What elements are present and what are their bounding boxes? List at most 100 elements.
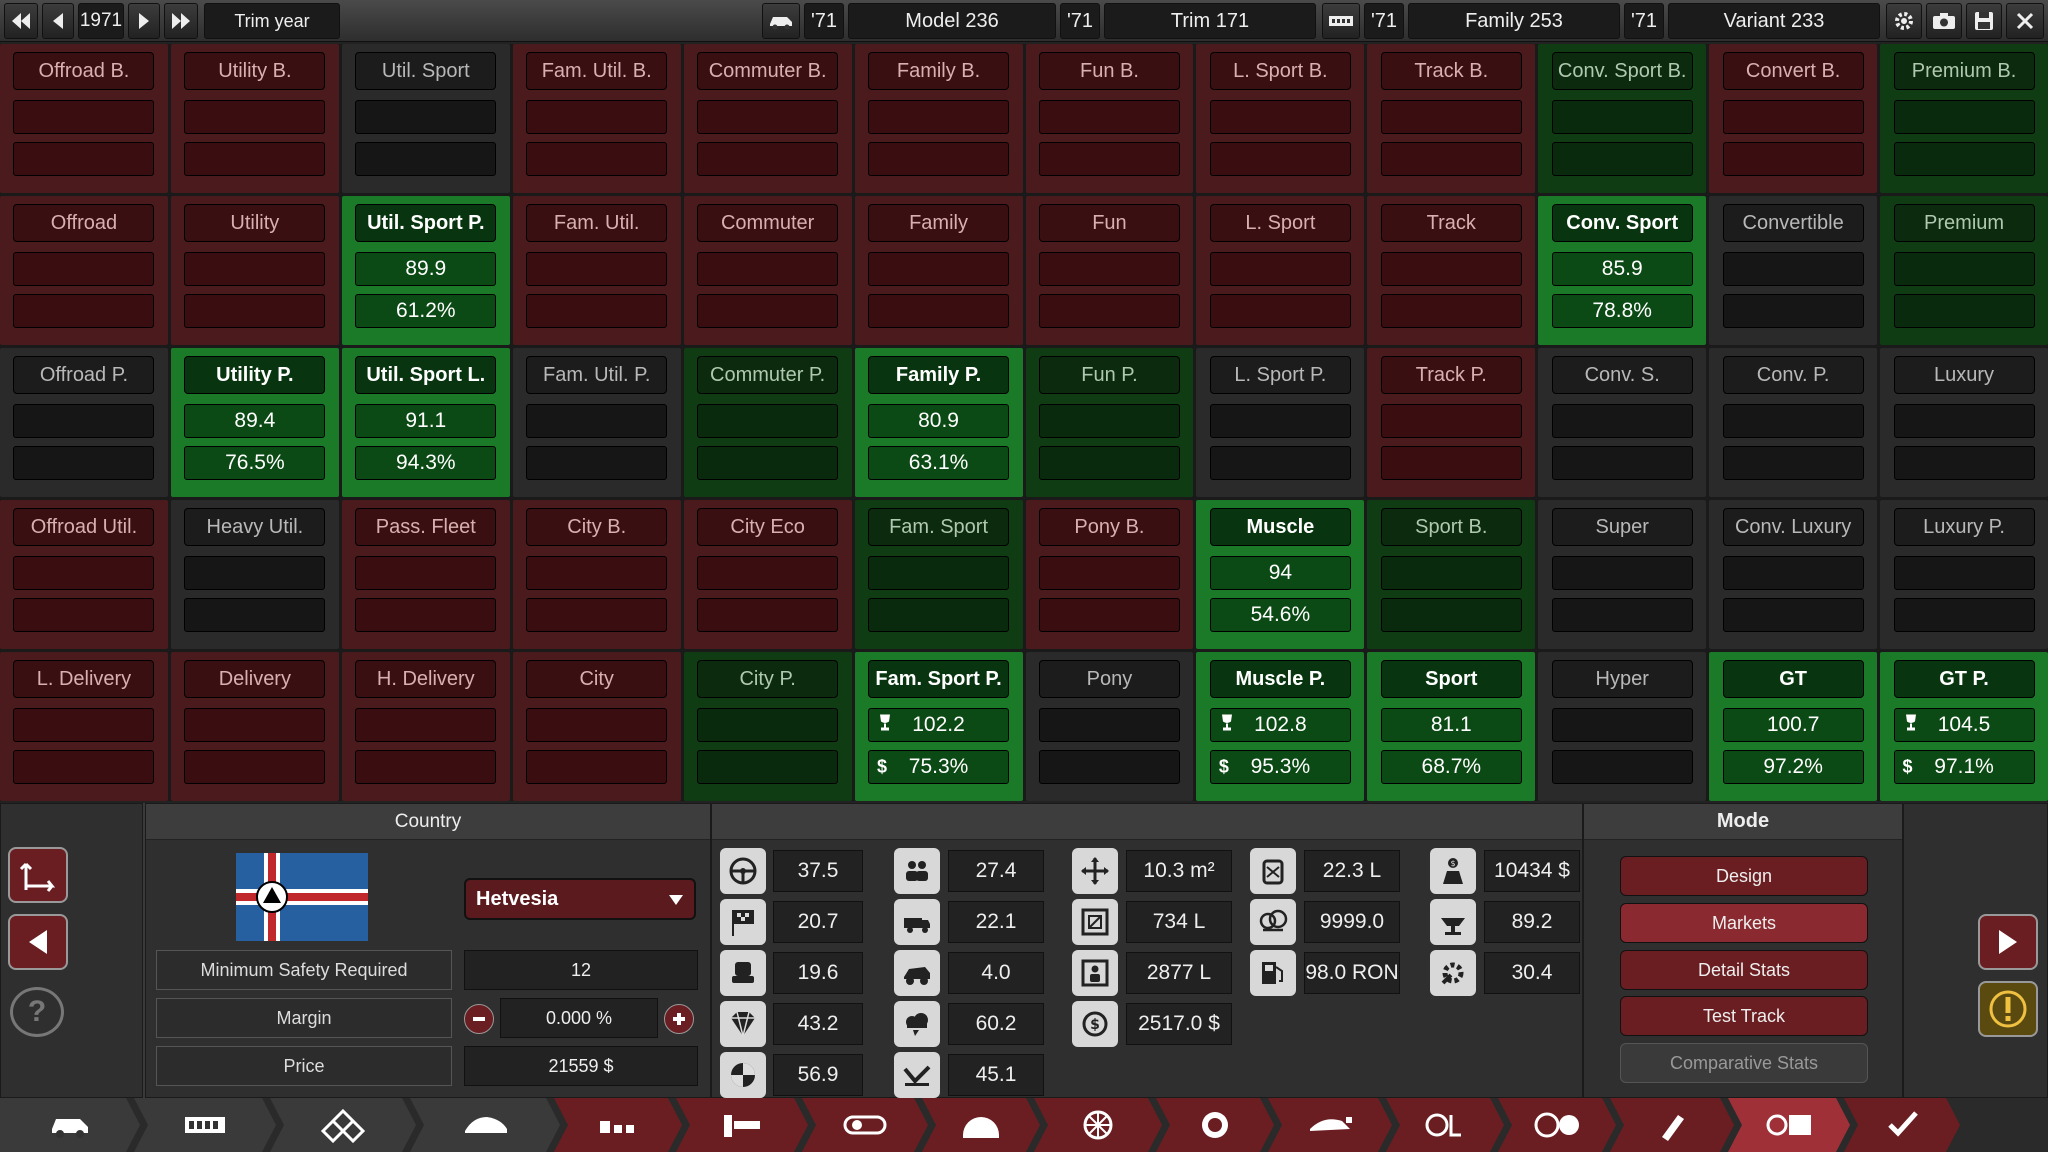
tab-interior-icon[interactable] bbox=[676, 1098, 808, 1152]
tab-tuning-icon[interactable] bbox=[1386, 1098, 1504, 1152]
market-cell[interactable]: Family B. bbox=[854, 44, 1023, 193]
market-cell[interactable]: Delivery bbox=[170, 652, 339, 801]
tab-steering-icon[interactable] bbox=[1498, 1098, 1616, 1152]
market-cell[interactable]: Offroad B. bbox=[0, 44, 168, 193]
market-cell[interactable]: Fam. Util. B. bbox=[512, 44, 681, 193]
trim-tree-button[interactable] bbox=[8, 847, 68, 903]
settings-gear-icon[interactable] bbox=[1886, 3, 1922, 39]
market-cell[interactable]: Track P. bbox=[1367, 348, 1536, 497]
margin-increase-button[interactable] bbox=[664, 1004, 694, 1034]
market-cell[interactable]: L. Sport B. bbox=[1196, 44, 1365, 193]
trim-year-label[interactable]: Trim year bbox=[204, 3, 340, 39]
engine-family-icon[interactable] bbox=[1322, 3, 1360, 39]
market-cell[interactable]: L. Sport P. bbox=[1196, 348, 1365, 497]
market-cell[interactable]: Family bbox=[854, 196, 1023, 345]
market-cell[interactable]: Conv. Sport 85.9 78.8% bbox=[1538, 196, 1707, 345]
design-button[interactable]: Design bbox=[1620, 856, 1868, 896]
margin-input[interactable]: 0.000 % bbox=[500, 998, 658, 1038]
market-cell[interactable]: Offroad P. bbox=[0, 348, 168, 497]
market-cell[interactable]: Track bbox=[1367, 196, 1536, 345]
trim-name[interactable]: Trim 171 bbox=[1104, 3, 1316, 39]
family-name[interactable]: Family 253 bbox=[1408, 3, 1620, 39]
market-cell[interactable]: Fam. Util. bbox=[512, 196, 681, 345]
market-cell[interactable]: Fun B. bbox=[1025, 44, 1194, 193]
market-cell[interactable]: Conv. Sport B. bbox=[1538, 44, 1707, 193]
market-cell[interactable]: Heavy Util. bbox=[170, 500, 339, 649]
market-cell[interactable]: Super bbox=[1538, 500, 1707, 649]
help-question-icon[interactable]: ? bbox=[10, 987, 64, 1037]
market-cell[interactable]: Family P. 80.9 63.1% bbox=[854, 348, 1023, 497]
tab-finish-checkmark-icon[interactable] bbox=[1844, 1098, 1960, 1152]
camera-icon[interactable] bbox=[1926, 3, 1962, 39]
market-cell[interactable]: Conv. Luxury bbox=[1709, 500, 1878, 649]
tab-suspension-icon[interactable] bbox=[270, 1098, 416, 1152]
markets-button[interactable]: Markets bbox=[1620, 903, 1868, 943]
market-cell[interactable]: Offroad bbox=[0, 196, 168, 345]
market-cell[interactable]: Premium B. bbox=[1880, 44, 2048, 193]
last-year-button[interactable] bbox=[164, 3, 198, 39]
market-cell[interactable]: Fam. Sport bbox=[854, 500, 1023, 649]
tab-paint-icon[interactable] bbox=[1610, 1098, 1734, 1152]
comparative-stats-button[interactable]: Comparative Stats bbox=[1620, 1043, 1868, 1083]
market-cell[interactable]: Sport 81.1 68.7% bbox=[1367, 652, 1536, 801]
market-cell[interactable]: Convert B. bbox=[1709, 44, 1878, 193]
market-cell[interactable]: Fam. Sport P. 102.2 $75.3% bbox=[854, 652, 1023, 801]
market-cell[interactable]: Commuter B. bbox=[683, 44, 852, 193]
tab-car-model-icon[interactable] bbox=[0, 1098, 140, 1152]
market-cell[interactable]: Utility B. bbox=[170, 44, 339, 193]
save-icon[interactable] bbox=[1966, 3, 2002, 39]
tab-wheels-icon[interactable] bbox=[1034, 1098, 1162, 1152]
market-cell[interactable]: Luxury P. bbox=[1880, 500, 2048, 649]
market-cell[interactable]: Premium bbox=[1880, 196, 2048, 345]
tab-engine-icon[interactable] bbox=[922, 1098, 1040, 1152]
market-cell[interactable]: City P. bbox=[683, 652, 852, 801]
market-cell[interactable]: Fun bbox=[1025, 196, 1194, 345]
tab-aero-icon[interactable] bbox=[1268, 1098, 1392, 1152]
back-button[interactable] bbox=[8, 914, 68, 970]
model-name[interactable]: Model 236 bbox=[848, 3, 1056, 39]
market-cell[interactable]: Muscle 94 54.6% bbox=[1196, 500, 1365, 649]
market-cell[interactable]: Commuter P. bbox=[683, 348, 852, 497]
market-cell[interactable]: Sport B. bbox=[1367, 500, 1536, 649]
market-cell[interactable]: L. Sport bbox=[1196, 196, 1365, 345]
market-cell[interactable]: Conv. P. bbox=[1709, 348, 1878, 497]
market-cell[interactable]: City Eco bbox=[683, 500, 852, 649]
market-cell[interactable]: Util. Sport P. 89.9 61.2% bbox=[341, 196, 510, 345]
market-cell[interactable]: City B. bbox=[512, 500, 681, 649]
margin-decrease-button[interactable] bbox=[464, 1004, 494, 1034]
market-cell[interactable]: Pony B. bbox=[1025, 500, 1194, 649]
tab-drivetrain-icon[interactable] bbox=[802, 1098, 928, 1152]
next-button[interactable] bbox=[1978, 914, 2038, 970]
detail-stats-button[interactable]: Detail Stats bbox=[1620, 950, 1868, 990]
market-cell[interactable]: Hyper bbox=[1538, 652, 1707, 801]
market-cell[interactable]: Fam. Util. P. bbox=[512, 348, 681, 497]
market-cell[interactable]: Commuter bbox=[683, 196, 852, 345]
market-cell[interactable]: Pass. Fleet bbox=[341, 500, 510, 649]
market-cell[interactable]: Luxury bbox=[1880, 348, 2048, 497]
market-cell[interactable]: Utility bbox=[170, 196, 339, 345]
market-cell[interactable]: L. Delivery bbox=[0, 652, 168, 801]
first-year-button[interactable] bbox=[4, 3, 38, 39]
market-cell[interactable]: Fun P. bbox=[1025, 348, 1194, 497]
tab-brakes-icon[interactable] bbox=[1156, 1098, 1274, 1152]
market-cell[interactable]: City bbox=[512, 652, 681, 801]
variant-name[interactable]: Variant 233 bbox=[1668, 3, 1880, 39]
market-cell[interactable]: Util. Sport bbox=[341, 44, 510, 193]
tab-testing-icon[interactable] bbox=[1728, 1098, 1850, 1152]
market-cell[interactable]: H. Delivery bbox=[341, 652, 510, 801]
market-cell[interactable]: Utility P. 89.4 76.5% bbox=[170, 348, 339, 497]
market-cell[interactable]: Conv. S. bbox=[1538, 348, 1707, 497]
next-year-button[interactable] bbox=[128, 3, 160, 39]
test-track-button[interactable]: Test Track bbox=[1620, 996, 1868, 1036]
prev-year-button[interactable] bbox=[42, 3, 74, 39]
warning-button[interactable] bbox=[1978, 981, 2038, 1037]
market-cell[interactable]: Util. Sport L. 91.1 94.3% bbox=[341, 348, 510, 497]
tab-fixtures-icon[interactable] bbox=[554, 1098, 682, 1152]
model-icon[interactable] bbox=[762, 3, 800, 39]
market-cell[interactable]: Pony bbox=[1025, 652, 1194, 801]
market-cell[interactable]: GT 100.7 97.2% bbox=[1709, 652, 1878, 801]
market-cell[interactable]: Convertible bbox=[1709, 196, 1878, 345]
market-cell[interactable]: GT P. 104.5 $97.1% bbox=[1880, 652, 2048, 801]
market-cell[interactable]: Offroad Util. bbox=[0, 500, 168, 649]
market-cell[interactable]: Track B. bbox=[1367, 44, 1536, 193]
